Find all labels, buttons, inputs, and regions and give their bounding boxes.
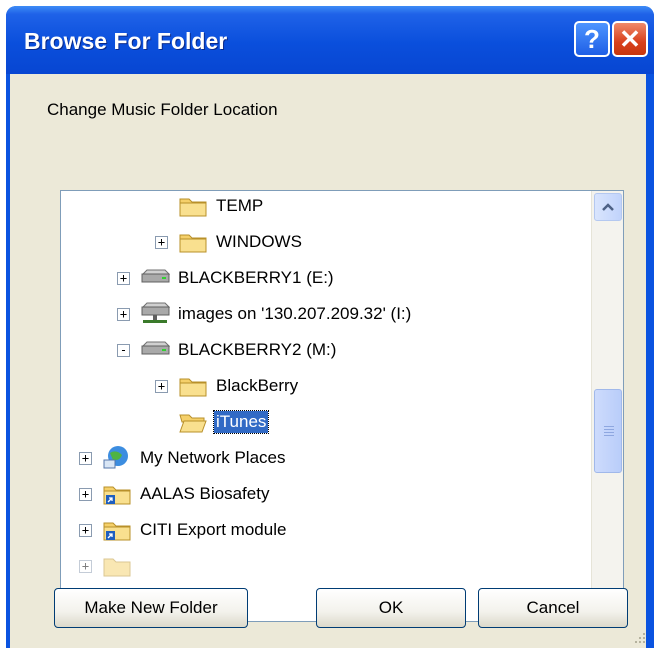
expand-icon[interactable]: + (155, 235, 168, 249)
tree-item-blackberry1[interactable]: + BLACKBERRY1 (E:) (117, 263, 336, 293)
browse-for-folder-dialog: Browse For Folder ? ✕ Change Music Folde… (6, 6, 654, 648)
tree-item-label: WINDOWS (216, 232, 302, 251)
make-new-folder-label: Make New Folder (84, 598, 218, 617)
expand-icon[interactable]: + (79, 451, 92, 465)
scroll-thumb[interactable] (594, 389, 622, 473)
tree-item-label: CITI Export module (140, 520, 287, 539)
expand-icon[interactable]: + (117, 271, 130, 285)
resize-grip-icon[interactable] (634, 632, 646, 644)
close-icon: ✕ (619, 23, 641, 54)
folder-icon (102, 554, 132, 578)
collapse-icon[interactable]: - (117, 343, 130, 357)
tree-item-label: AALAS Biosafety (140, 484, 270, 503)
shortcut-folder-icon (102, 518, 132, 542)
help-button[interactable]: ? (574, 21, 610, 57)
tree-item-my-network-places[interactable]: + My Network Places (79, 443, 287, 473)
title-bar[interactable]: Browse For Folder ? ✕ (6, 6, 654, 74)
tree-viewport: TEMP + WINDOWS + BLACKBERRY1 (E:) + imag… (61, 191, 591, 621)
drive-icon (140, 266, 170, 290)
tree-item-label: images on '130.207.209.32' (I:) (178, 304, 412, 323)
folder-tree[interactable]: TEMP + WINDOWS + BLACKBERRY1 (E:) + imag… (60, 190, 624, 622)
folder-icon (178, 374, 208, 398)
tree-item-blackberry-folder[interactable]: + BlackBerry (155, 371, 300, 401)
tree-item-blackberry2[interactable]: - BLACKBERRY2 (M:) (117, 335, 338, 365)
expand-icon: + (79, 559, 92, 573)
tree-item-label: BlackBerry (216, 376, 299, 395)
tree-item-clipped: + (79, 551, 138, 581)
drive-icon (140, 338, 170, 362)
dialog-body: Change Music Folder Location TEMP + WIND… (10, 74, 646, 648)
expand-icon[interactable]: + (155, 379, 168, 393)
tree-item-label: TEMP (216, 196, 264, 215)
expand-icon[interactable]: + (79, 487, 92, 501)
close-button[interactable]: ✕ (612, 21, 648, 57)
tree-item-windows[interactable]: + WINDOWS (155, 227, 304, 257)
scroll-up-button[interactable] (594, 193, 622, 221)
ok-label: OK (378, 598, 404, 617)
chevron-up-icon (602, 203, 614, 211)
open-folder-icon (178, 410, 208, 434)
tree-item-itunes[interactable]: iTunes (155, 407, 270, 437)
shortcut-folder-icon (102, 482, 132, 506)
tree-item-label: BLACKBERRY2 (M:) (178, 340, 337, 359)
network-drive-icon (140, 302, 170, 326)
dialog-title: Browse For Folder (24, 28, 228, 54)
tree-item-temp[interactable]: TEMP (155, 191, 265, 221)
cancel-button[interactable]: Cancel (478, 588, 628, 628)
prompt-text: Change Music Folder Location (47, 100, 278, 119)
cancel-label: Cancel (526, 598, 580, 617)
tree-item-label: BLACKBERRY1 (E:) (178, 268, 334, 287)
tree-item-citi-export-module[interactable]: + CITI Export module (79, 515, 288, 545)
tree-item-label: My Network Places (140, 448, 286, 467)
tree-item-aalas-biosafety[interactable]: + AALAS Biosafety (79, 479, 271, 509)
ok-button[interactable]: OK (316, 588, 466, 628)
make-new-folder-button[interactable]: Make New Folder (54, 588, 248, 628)
expand-icon[interactable]: + (117, 307, 130, 321)
expand-icon[interactable]: + (79, 523, 92, 537)
folder-icon (178, 194, 208, 218)
network-places-icon (102, 446, 132, 470)
tree-item-network-drive[interactable]: + images on '130.207.209.32' (I:) (117, 299, 413, 329)
help-icon: ? (584, 23, 600, 54)
folder-icon (178, 230, 208, 254)
tree-item-label: iTunes (212, 410, 270, 434)
tree-scrollbar[interactable] (591, 191, 623, 621)
